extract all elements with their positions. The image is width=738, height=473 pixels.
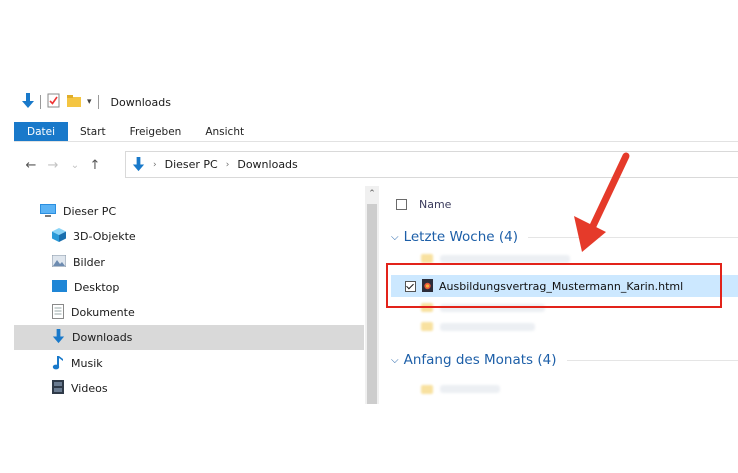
sidebar-item-desktop[interactable]: Desktop <box>14 275 364 300</box>
sidebar-item-dieser-pc[interactable]: Dieser PC <box>14 199 364 224</box>
tab-start[interactable]: Start <box>68 122 118 141</box>
chevron-right-icon: › <box>153 159 157 170</box>
pc-icon <box>40 203 56 220</box>
red-arrow-icon <box>574 152 630 252</box>
separator <box>97 95 99 109</box>
quick-access-toolbar: ▾ Downloads <box>22 92 171 112</box>
arrow-down-icon[interactable] <box>22 92 34 112</box>
address-bar[interactable]: › Dieser PC › Downloads <box>125 151 738 178</box>
blurred-file-icon <box>421 385 433 394</box>
group-divider <box>566 359 738 361</box>
sidebar-item-downloads[interactable]: Downloads <box>14 325 364 350</box>
customize-dropdown-icon[interactable]: ▾ <box>87 97 92 107</box>
video-icon <box>52 380 64 397</box>
desktop-icon <box>52 280 67 295</box>
recent-locations-button[interactable]: ⌄ <box>66 154 84 176</box>
tab-ansicht[interactable]: Ansicht <box>193 122 256 141</box>
column-header: Name <box>396 195 451 213</box>
sidebar-item-videos[interactable]: Videos <box>14 376 364 401</box>
pictures-icon <box>51 254 67 270</box>
navigation-pane: Dieser PC 3D-Objekte Bilder Desktop Doku… <box>14 194 364 404</box>
ribbon-divider <box>14 141 738 142</box>
up-button[interactable]: ↑ <box>86 154 104 176</box>
new-folder-icon[interactable] <box>67 94 81 111</box>
window-title: Downloads <box>110 95 171 109</box>
blurred-file-icon <box>421 254 433 263</box>
ribbon-tabs: Datei Start Freigeben Ansicht <box>14 122 256 141</box>
sidebar-item-dokumente[interactable]: Dokumente <box>14 300 364 325</box>
tab-datei[interactable]: Datei <box>14 122 69 141</box>
properties-icon[interactable] <box>47 93 61 111</box>
blurred-file-name <box>440 323 535 331</box>
chevron-down-icon: ⌵ <box>391 354 399 366</box>
highlight-box <box>386 263 722 308</box>
document-icon <box>52 303 64 322</box>
column-name[interactable]: Name <box>419 198 451 211</box>
cube-icon <box>52 228 66 245</box>
sidebar-item-3d-objekte[interactable]: 3D-Objekte <box>14 224 364 249</box>
blurred-file-name <box>440 385 500 393</box>
back-button[interactable]: ← <box>22 154 40 176</box>
download-icon <box>132 157 145 172</box>
breadcrumb-downloads[interactable]: Downloads <box>237 158 297 171</box>
scroll-up-icon[interactable]: ⌃ <box>365 186 379 202</box>
blurred-file-icon <box>421 322 433 331</box>
download-icon <box>52 328 65 347</box>
blurred-file-name <box>440 255 570 263</box>
music-icon <box>52 355 64 373</box>
sidebar-item-bilder[interactable]: Bilder <box>14 250 364 275</box>
chevron-down-icon: ⌵ <box>391 231 399 243</box>
nav-scrollbar-thumb[interactable] <box>367 204 377 404</box>
select-all-checkbox[interactable] <box>396 198 407 210</box>
navigation-buttons: ← → ⌄ ↑ <box>22 151 104 179</box>
separator <box>40 95 41 109</box>
group-header-anfang-des-monats[interactable]: ⌵ Anfang des Monats (4) <box>391 349 738 371</box>
breadcrumb-dieser-pc[interactable]: Dieser PC <box>165 158 218 171</box>
tab-freigeben[interactable]: Freigeben <box>118 122 194 141</box>
forward-button[interactable]: → <box>44 154 62 176</box>
chevron-right-icon: › <box>225 159 230 170</box>
sidebar-item-musik[interactable]: Musik <box>14 351 364 376</box>
